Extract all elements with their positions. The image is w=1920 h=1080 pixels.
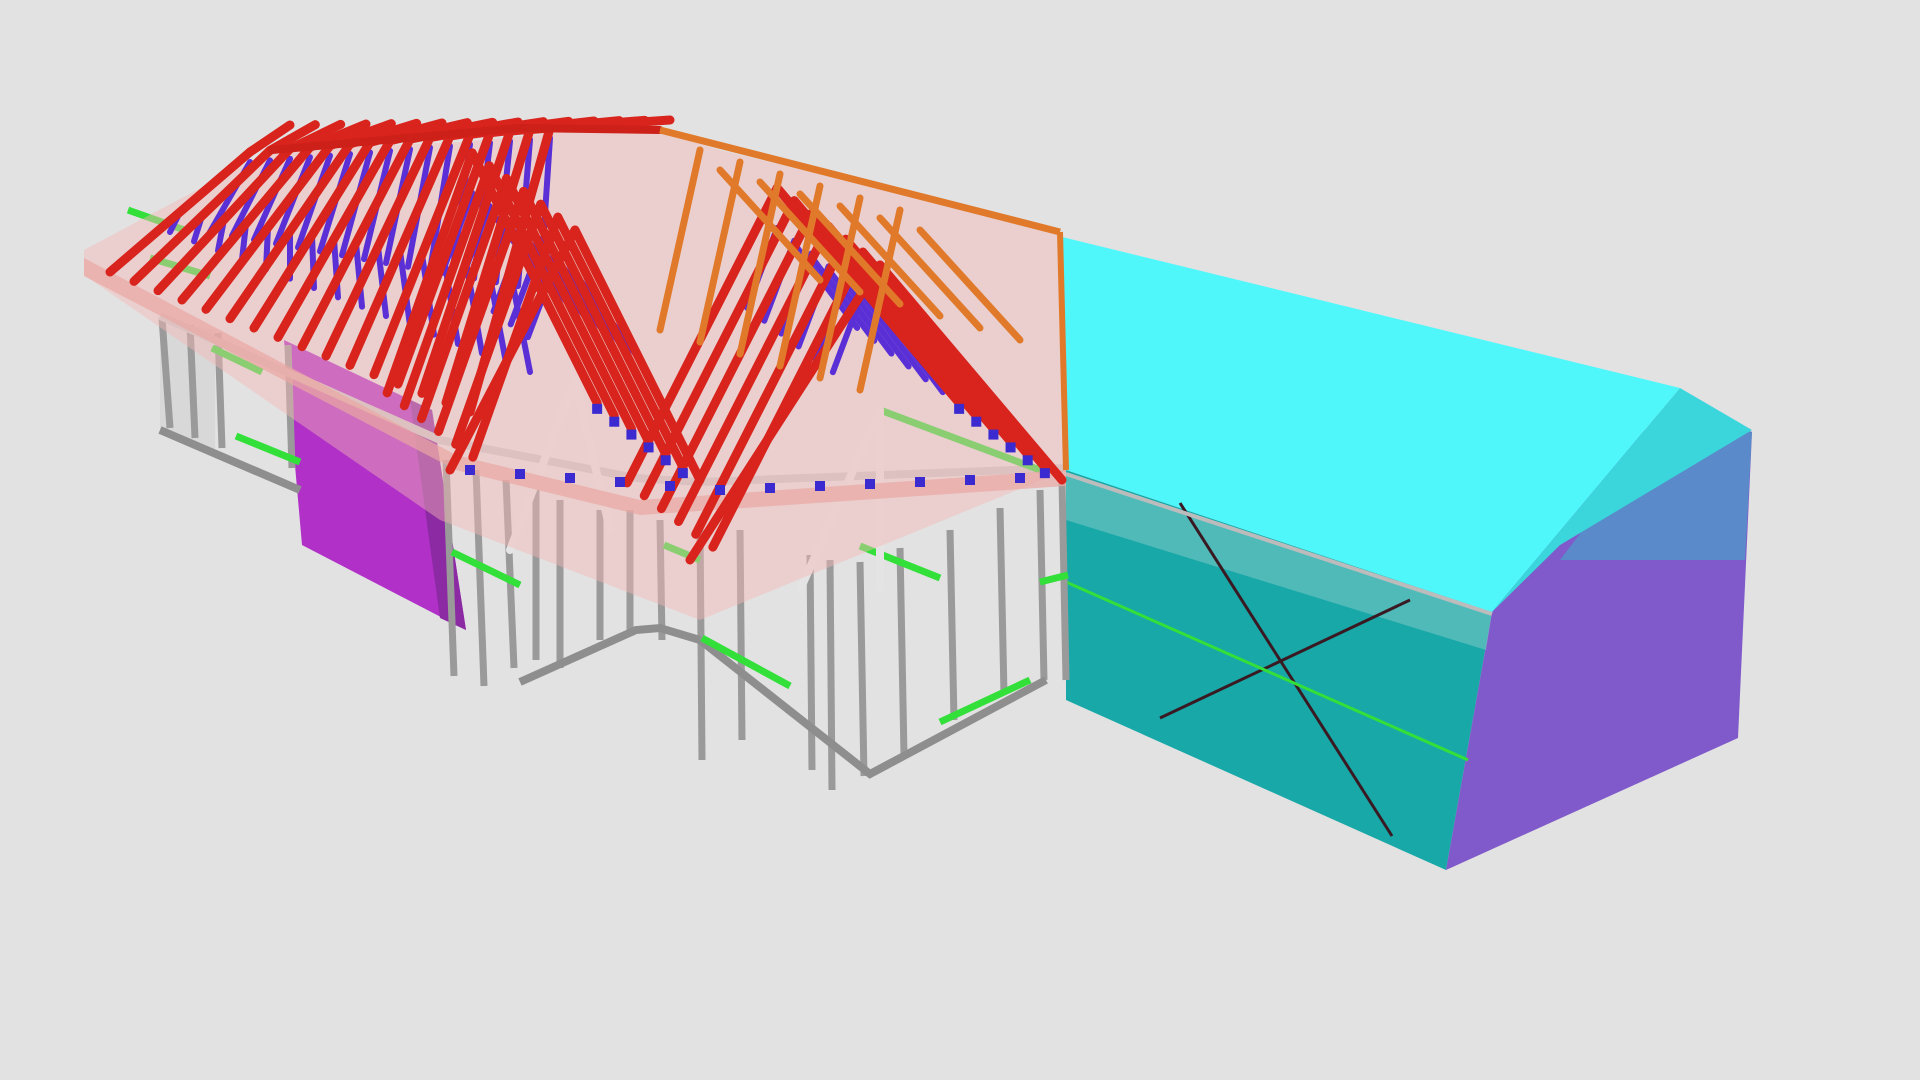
truss-bracket — [954, 403, 965, 414]
truss-bracket — [665, 481, 675, 491]
truss-bracket — [1039, 468, 1050, 479]
truss-bracket — [643, 442, 654, 453]
truss-bracket — [592, 403, 603, 414]
house-frame-model[interactable] — [0, 0, 1920, 1080]
3d-viewport[interactable] — [0, 0, 1920, 1080]
truss-bracket — [1022, 455, 1033, 466]
truss-bracket — [715, 485, 725, 495]
truss-bracket — [815, 481, 825, 491]
truss-bracket — [626, 429, 637, 440]
truss-bracket — [515, 469, 525, 479]
truss-bracket — [465, 465, 475, 475]
truss-bracket — [565, 473, 575, 483]
truss-bracket — [1005, 442, 1016, 453]
truss-bracket — [915, 477, 925, 487]
truss-bracket — [660, 455, 671, 466]
truss-bracket — [609, 416, 620, 427]
truss-bracket — [615, 477, 625, 487]
truss-bracket — [1015, 473, 1025, 483]
clad-block — [1058, 236, 1752, 870]
truss-bracket — [765, 483, 775, 493]
truss-bracket — [677, 468, 688, 479]
truss-bracket — [988, 429, 999, 440]
truss-bracket — [971, 416, 982, 427]
truss-bracket — [865, 479, 875, 489]
truss-bracket — [965, 475, 975, 485]
